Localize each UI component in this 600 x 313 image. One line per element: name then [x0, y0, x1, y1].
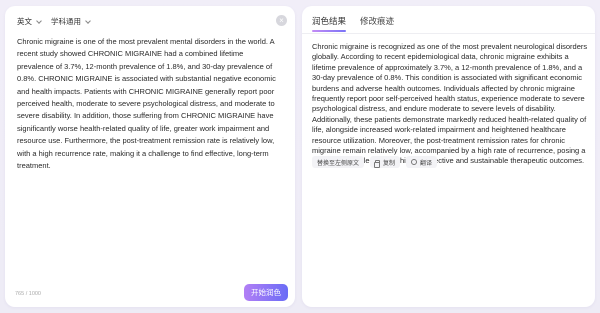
source-text-input[interactable]: Chronic migraine is one of the most prev…: [17, 36, 281, 172]
copy-label: 复制: [383, 160, 396, 167]
polished-text: Chronic migraine is recognized as one of…: [312, 42, 588, 166]
translate-icon: [411, 159, 418, 165]
language-select[interactable]: 英文: [17, 16, 42, 27]
tab-revision-traces[interactable]: 修改痕迹: [360, 15, 394, 32]
translate-label: 翻译: [420, 160, 433, 167]
domain-select-label: 学科通用: [51, 17, 81, 26]
chevron-down-icon: [36, 17, 42, 24]
copy-icon: [373, 159, 381, 168]
chevron-down-icon: [85, 17, 91, 24]
language-select-label: 英文: [17, 17, 32, 26]
source-toolbar: 英文 学科通用: [17, 16, 91, 27]
tab-polish-result[interactable]: 润色结果: [312, 15, 347, 32]
translate-button[interactable]: 翻译: [406, 156, 438, 168]
close-icon: ×: [279, 16, 284, 25]
source-panel: 英文 学科通用 × Chronic migraine is one of the…: [5, 6, 295, 307]
result-tabs: 润色结果 修改痕迹: [312, 15, 394, 32]
start-polish-button[interactable]: 开始润色: [244, 284, 288, 301]
result-actions: 替换至左侧原文 复制 翻译: [312, 156, 438, 168]
clear-text-button[interactable]: ×: [276, 15, 287, 26]
replace-source-button[interactable]: 替换至左侧原文: [312, 156, 365, 168]
result-panel: 润色结果 修改痕迹 Chronic migraine is recognized…: [302, 6, 595, 307]
tabs-divider: [302, 33, 595, 34]
domain-select[interactable]: 学科通用: [51, 16, 91, 27]
copy-button[interactable]: 复制: [370, 156, 401, 168]
replace-source-label: 替换至左侧原文: [317, 160, 360, 167]
character-count: 765 / 1000: [15, 291, 41, 297]
